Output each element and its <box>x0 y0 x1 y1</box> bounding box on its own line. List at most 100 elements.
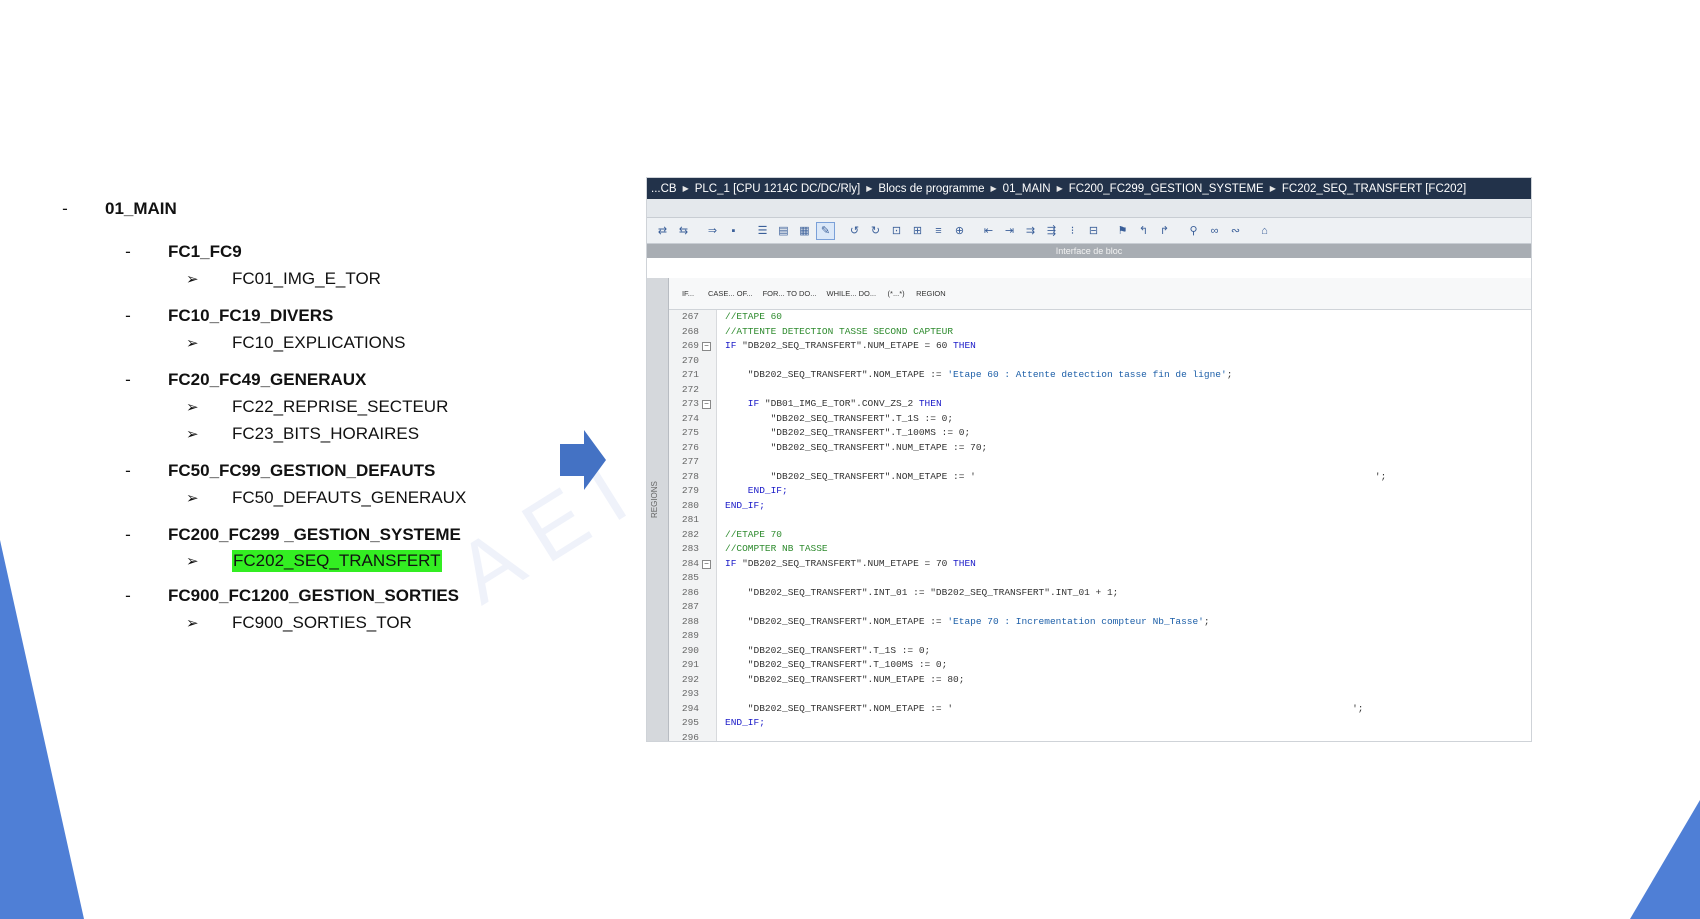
toolbar-btn-icon[interactable]: ▤ <box>774 222 793 240</box>
breadcrumb-item[interactable]: PLC_1 [CPU 1214C DC/DC/Rly] <box>695 183 861 195</box>
line-number: 288 <box>681 615 699 627</box>
code-line[interactable]: 270 <box>669 355 1529 370</box>
code-line[interactable]: 285 <box>669 572 1529 587</box>
code-token: "DB202_SEQ_TRANSFERT".NOM_ETAPE := ' '; <box>725 702 1364 714</box>
line-number: 277 <box>681 456 699 467</box>
code-line[interactable]: 275 "DB202_SEQ_TRANSFERT".T_100MS := 0; <box>669 427 1529 442</box>
line-number: 292 <box>681 673 699 685</box>
code-line[interactable]: 267 //ETAPE 60 <box>669 311 1529 326</box>
line-number: 294 <box>681 702 699 714</box>
code-line[interactable]: 282 //ETAPE 70 <box>669 529 1529 544</box>
code-line[interactable]: 295 END_IF; <box>669 717 1529 732</box>
breadcrumb-item[interactable]: Blocs de programme <box>878 183 984 195</box>
code-line[interactable]: 284− IF "DB202_SEQ_TRANSFERT".NUM_ETAPE =… <box>669 558 1529 573</box>
block-interface-label[interactable]: Interface de bloc <box>647 244 1531 258</box>
code-text: END_IF; <box>725 500 765 511</box>
breadcrumb-item[interactable]: FC200_FC299_GESTION_SYSTEME <box>1069 183 1264 195</box>
tree-item-label: FC22_REPRISE_SECTEUR <box>232 397 449 416</box>
toolbar-btn-icon[interactable]: ↺ <box>845 222 864 240</box>
code-line[interactable]: 280 END_IF; <box>669 500 1529 515</box>
code-area[interactable]: 267 //ETAPE 60 268 //ATTENTE DETECTION TASS… <box>669 311 1531 742</box>
bullet-arrow-icon: ➢ <box>186 615 199 632</box>
code-line[interactable]: 294 "DB202_SEQ_TRANSFERT".NOM_ETAPE := '… <box>669 703 1529 718</box>
code-line[interactable]: 274 "DB202_SEQ_TRANSFERT".T_1S := 0; <box>669 413 1529 428</box>
regions-label: REGIONS <box>650 481 659 518</box>
breadcrumb-item[interactable]: ...CB <box>651 183 677 195</box>
toolbar-btn-icon[interactable]: ↻ <box>866 222 885 240</box>
code-line[interactable]: 273− IF "DB01_IMG_E_TOR".CONV_ZS_2 THEN <box>669 398 1529 413</box>
tree-item-label: FC10_EXPLICATIONS <box>232 333 406 352</box>
tree-item-label: FC01_IMG_E_TOR <box>232 269 381 288</box>
code-line[interactable]: 287 <box>669 601 1529 616</box>
breadcrumb-item[interactable]: FC202_SEQ_TRANSFERT [FC202] <box>1282 183 1466 195</box>
snippet-button[interactable]: REGION <box>913 287 949 300</box>
breadcrumb-separator-icon: ▶ <box>866 184 873 193</box>
code-line[interactable]: 283 //COMPTER NB TASSE <box>669 543 1529 558</box>
toolbar-btn-icon[interactable]: ☰ <box>753 222 772 240</box>
code-token: //ETAPE 70 <box>725 528 783 540</box>
code-line[interactable]: 293 <box>669 688 1529 703</box>
toolbar-btn-icon[interactable]: ∞ <box>1205 222 1224 240</box>
snippet-button[interactable]: FOR... TO DO... <box>760 287 820 300</box>
line-number: 272 <box>681 383 699 395</box>
code-line[interactable]: 277 <box>669 456 1529 471</box>
code-line[interactable]: 278 "DB202_SEQ_TRANSFERT".NOM_ETAPE := '… <box>669 471 1529 486</box>
toolbar-btn-icon[interactable]: ∾ <box>1226 222 1245 240</box>
code-line[interactable]: 289 <box>669 630 1529 645</box>
code-line[interactable]: 268 //ATTENTE DETECTION TASSE SECOND CAPT… <box>669 326 1529 341</box>
toolbar-btn-icon[interactable]: ↰ <box>1134 222 1153 240</box>
code-token: "DB202_SEQ_TRANSFERT".NOM_ETAPE := <box>725 615 948 627</box>
code-line[interactable]: 269− IF "DB202_SEQ_TRANSFERT".NUM_ETAPE =… <box>669 340 1529 355</box>
toolbar-btn-icon[interactable]: ⊟ <box>1084 222 1103 240</box>
fold-toggle-icon[interactable]: − <box>702 400 711 409</box>
toolbar-btn-icon[interactable]: ⇆ <box>674 222 693 240</box>
toolbar-btn-icon[interactable]: ≡ <box>929 222 948 240</box>
toolbar-btn-selected-icon[interactable]: ✎ <box>816 221 835 240</box>
line-number: 269 <box>681 340 699 351</box>
code-token: 'Etape 70 : Incrementation compteur Nb_T… <box>947 615 1204 627</box>
toolbar-btn-icon[interactable]: ⊞ <box>908 222 927 240</box>
toolbar-btn-icon[interactable]: ⚑ <box>1113 222 1132 240</box>
code-line[interactable]: 296 <box>669 732 1529 742</box>
snippet-button[interactable]: CASE... OF... <box>705 287 756 300</box>
toolbar-btn-icon[interactable]: ▪ <box>724 222 743 240</box>
code-line[interactable]: 272 <box>669 384 1529 399</box>
code-text: "DB202_SEQ_TRANSFERT".NUM_ETAPE := 80; <box>725 674 965 685</box>
snippet-button[interactable]: IF... <box>675 287 701 300</box>
code-line[interactable]: 281 <box>669 514 1529 529</box>
code-line[interactable]: 279 END_IF; <box>669 485 1529 500</box>
toolbar-btn-icon[interactable]: ⇒ <box>703 222 722 240</box>
right-arrow-icon <box>560 430 606 490</box>
toolbar-btn-icon[interactable]: ⇶ <box>1042 222 1061 240</box>
snippet-button[interactable]: (*...*) <box>883 287 909 300</box>
fold-toggle-icon[interactable]: − <box>702 342 711 351</box>
tree-dash: - <box>125 525 131 544</box>
code-text: IF "DB01_IMG_E_TOR".CONV_ZS_2 THEN <box>725 398 942 409</box>
line-number: 283 <box>681 543 699 554</box>
code-line[interactable]: 276 "DB202_SEQ_TRANSFERT".NUM_ETAPE := 7… <box>669 442 1529 457</box>
toolbar-btn-icon[interactable]: ⊕ <box>950 222 969 240</box>
fold-toggle-icon[interactable]: − <box>702 559 711 569</box>
toolbar-btn-icon[interactable]: ↱ <box>1155 222 1174 240</box>
tree-dash: - <box>125 242 131 261</box>
toolbar-btn-icon[interactable]: ⁝ <box>1063 222 1082 240</box>
code-line[interactable]: 290 "DB202_SEQ_TRANSFERT".T_1S := 0; <box>669 645 1529 660</box>
toolbar-btn-icon[interactable]: ⇄ <box>653 222 672 240</box>
regions-panel[interactable]: REGIONS <box>647 278 669 741</box>
code-token: //ETAPE 60 <box>725 311 783 322</box>
snippet-button[interactable]: WHILE... DO... <box>824 287 880 300</box>
code-line[interactable]: 292 "DB202_SEQ_TRANSFERT".NUM_ETAPE := 8… <box>669 674 1529 689</box>
breadcrumb-separator-icon: ▶ <box>990 184 997 193</box>
toolbar-btn-icon[interactable]: ⇥ <box>1000 222 1019 240</box>
toolbar-btn-icon[interactable]: ▦ <box>795 222 814 240</box>
toolbar-btn-icon[interactable]: ⚲ <box>1184 222 1203 240</box>
breadcrumb-item[interactable]: 01_MAIN <box>1003 183 1051 195</box>
code-line[interactable]: 271 "DB202_SEQ_TRANSFERT".NOM_ETAPE := '… <box>669 369 1529 384</box>
toolbar-btn-icon[interactable]: ⇉ <box>1021 222 1040 240</box>
code-line[interactable]: 291 "DB202_SEQ_TRANSFERT".T_100MS := 0; <box>669 659 1529 674</box>
toolbar-btn-icon[interactable]: ⊡ <box>887 222 906 240</box>
toolbar-btn-icon[interactable]: ⇤ <box>979 222 998 240</box>
code-line[interactable]: 286 "DB202_SEQ_TRANSFERT".INT_01 := "DB2… <box>669 587 1529 602</box>
code-line[interactable]: 288 "DB202_SEQ_TRANSFERT".NOM_ETAPE := '… <box>669 616 1529 631</box>
toolbar-btn-icon[interactable]: ⌂ <box>1255 222 1274 240</box>
